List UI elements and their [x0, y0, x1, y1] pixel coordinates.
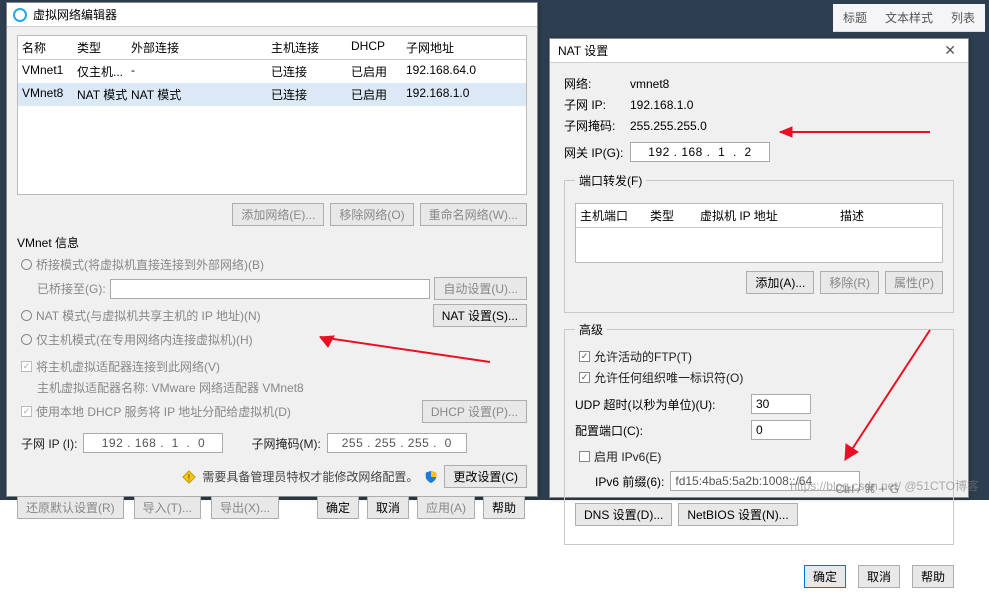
nat-settings-button[interactable]: NAT 设置(S)... — [433, 304, 527, 327]
chk-active-ftp[interactable]: ✓ — [579, 351, 590, 362]
subnet-ip-label: 子网 IP (I): — [21, 435, 77, 452]
chk-active-ftp-label: 允许活动的FTP(T) — [594, 348, 692, 365]
svg-text:!: ! — [188, 472, 190, 482]
col-sub: 子网地址 — [406, 39, 522, 56]
watermark-text: https://blog.csdn.net/ @51CTO博客 — [790, 477, 979, 494]
virtual-network-editor-window: 虚拟网络编辑器 名称 类型 外部连接 主机连接 DHCP 子网地址 VMnet1… — [6, 2, 538, 497]
auto-settings-button[interactable]: 自动设置(U)... — [434, 277, 527, 300]
dns-settings-button[interactable]: DNS 设置(D)... — [575, 503, 672, 526]
radio-bridge[interactable] — [21, 259, 32, 270]
pf-add-button[interactable]: 添加(A)... — [746, 271, 814, 294]
bg-format-toolbar: 标题 文本样式 列表 — [833, 4, 985, 32]
advanced-title: 高级 — [575, 321, 607, 338]
subnet-mask-label: 子网掩码(M): — [251, 435, 320, 452]
export-button[interactable]: 导出(X)... — [211, 496, 279, 519]
vneditor-titlebar[interactable]: 虚拟网络编辑器 — [7, 3, 537, 27]
chk-connect-adapter[interactable]: ✓ — [21, 361, 32, 372]
chk-any-oui-label: 允许任何组织唯一标识符(O) — [594, 369, 743, 386]
vmnet-table[interactable]: 名称 类型 外部连接 主机连接 DHCP 子网地址 VMnet1 仅主机... … — [17, 35, 527, 195]
col-name: 名称 — [22, 39, 77, 56]
radio-nat[interactable] — [21, 310, 32, 321]
add-network-button[interactable]: 添加网络(E)... — [232, 203, 324, 226]
nat-title: NAT 设置 — [558, 42, 608, 59]
vmnet-table-header: 名称 类型 外部连接 主机连接 DHCP 子网地址 — [18, 36, 526, 60]
annotation-arrow-icon — [300, 332, 500, 372]
radio-hostonly[interactable] — [21, 334, 32, 345]
gateway-ip-label: 网关 IP(G): — [564, 144, 624, 161]
subnet-mask-value: 255.255.255.0 — [630, 119, 707, 133]
col-host: 主机连接 — [271, 39, 351, 56]
nat-cancel-button[interactable]: 取消 — [858, 565, 900, 588]
radio-hostonly-label: 仅主机模式(在专用网络内连接虚拟机)(H) — [36, 331, 253, 348]
pf-remove-button[interactable]: 移除(R) — [820, 271, 879, 294]
annotation-arrow-icon — [770, 120, 940, 144]
annotation-arrow-icon — [830, 320, 950, 470]
config-port-input[interactable] — [751, 420, 811, 440]
chk-any-oui[interactable]: ✓ — [579, 372, 590, 383]
bg-tab-textstyle[interactable]: 文本样式 — [885, 9, 933, 26]
pf-col-host: 主机端口 — [580, 207, 650, 224]
pf-col-ip: 虚拟机 IP 地址 — [700, 207, 840, 224]
config-port-label: 配置端口(C): — [575, 422, 745, 439]
cancel-button[interactable]: 取消 — [367, 496, 409, 519]
uac-shield-icon — [424, 470, 438, 484]
col-ext: 外部连接 — [131, 39, 271, 56]
vneditor-title: 虚拟网络编辑器 — [33, 6, 117, 23]
pf-col-desc: 描述 — [840, 207, 938, 224]
close-icon[interactable]: ✕ — [940, 42, 960, 59]
udp-timeout-input[interactable] — [751, 394, 811, 414]
ipv6-prefix-label: IPv6 前缀(6): — [595, 473, 664, 490]
network-value: vmnet8 — [630, 77, 669, 91]
apply-button[interactable]: 应用(A) — [417, 496, 475, 519]
port-forwarding-table[interactable]: 主机端口 类型 虚拟机 IP 地址 描述 — [575, 203, 943, 263]
dhcp-settings-button[interactable]: DHCP 设置(P)... — [422, 400, 527, 423]
restore-defaults-button[interactable]: 还原默认设置(R) — [17, 496, 124, 519]
udp-timeout-label: UDP 超时(以秒为单位)(U): — [575, 396, 745, 413]
subnet-ip-value: 192.168.1.0 — [630, 98, 693, 112]
ok-button[interactable]: 确定 — [317, 496, 359, 519]
subnet-ip-input[interactable] — [83, 433, 223, 453]
netbios-settings-button[interactable]: NetBIOS 设置(N)... — [678, 503, 797, 526]
chk-enable-ipv6-label: 启用 IPv6(E) — [594, 448, 661, 465]
bg-tab-list[interactable]: 列表 — [951, 9, 975, 26]
table-row[interactable]: VMnet1 仅主机... - 已连接 已启用 192.168.64.0 — [18, 60, 526, 83]
nat-titlebar[interactable]: NAT 设置 ✕ — [550, 39, 968, 63]
port-forwarding-title: 端口转发(F) — [575, 172, 646, 189]
chk-enable-ipv6[interactable] — [579, 451, 590, 462]
radio-nat-label: NAT 模式(与虚拟机共享主机的 IP 地址)(N) — [36, 307, 261, 324]
adapter-name-text: 主机虚拟适配器名称: VMware 网络适配器 VMnet8 — [37, 379, 304, 396]
pf-properties-button[interactable]: 属性(P) — [885, 271, 943, 294]
chk-use-dhcp[interactable]: ✓ — [21, 406, 32, 417]
subnet-mask-input[interactable] — [327, 433, 467, 453]
chk-use-dhcp-label: 使用本地 DHCP 服务将 IP 地址分配给虚拟机(D) — [36, 403, 291, 420]
import-button[interactable]: 导入(T)... — [134, 496, 201, 519]
subnet-mask-label: 子网掩码: — [564, 117, 624, 134]
col-type: 类型 — [77, 39, 131, 56]
subnet-ip-label: 子网 IP: — [564, 96, 624, 113]
gateway-ip-input[interactable] — [630, 142, 770, 162]
chk-connect-adapter-label: 将主机虚拟适配器连接到此网络(V) — [36, 358, 220, 375]
pf-col-type: 类型 — [650, 207, 700, 224]
remove-network-button[interactable]: 移除网络(O) — [330, 203, 413, 226]
col-dhcp: DHCP — [351, 39, 406, 56]
bridge-to-select[interactable] — [110, 279, 431, 299]
bridge-to-label: 已桥接至(G): — [37, 280, 106, 297]
bg-tab-heading[interactable]: 标题 — [843, 9, 867, 26]
radio-bridge-label: 桥接模式(将虚拟机直接连接到外部网络)(B) — [36, 256, 264, 273]
rename-network-button[interactable]: 重命名网络(W)... — [420, 203, 527, 226]
admin-warning-text: 需要具备管理员特权才能修改网络配置。 — [202, 468, 418, 485]
table-row[interactable]: VMnet8 NAT 模式 NAT 模式 已连接 已启用 192.168.1.0 — [18, 83, 526, 106]
port-forwarding-group: 端口转发(F) 主机端口 类型 虚拟机 IP 地址 描述 添加(A)... 移除… — [564, 172, 954, 313]
vmnet-info-title: VMnet 信息 — [17, 234, 527, 251]
vmware-icon — [13, 8, 27, 22]
nat-ok-button[interactable]: 确定 — [804, 565, 846, 588]
warning-icon: ! — [182, 470, 196, 484]
help-button[interactable]: 帮助 — [483, 496, 525, 519]
nat-help-button[interactable]: 帮助 — [912, 565, 954, 588]
change-settings-button[interactable]: 更改设置(C) — [444, 465, 527, 488]
network-label: 网络: — [564, 75, 624, 92]
